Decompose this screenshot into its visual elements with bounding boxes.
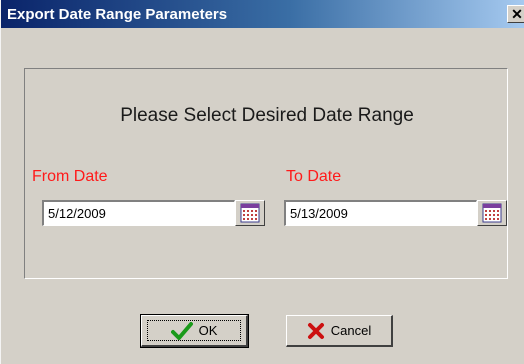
calendar-icon bbox=[240, 203, 260, 223]
window-title: Export Date Range Parameters bbox=[7, 6, 228, 23]
panel-prompt: Please Select Desired Date Range bbox=[120, 105, 414, 126]
checkmark-icon bbox=[170, 321, 193, 340]
to-date-input[interactable] bbox=[284, 200, 477, 226]
cancel-button[interactable]: Cancel bbox=[286, 315, 393, 347]
title-bar: Export Date Range Parameters ✕ bbox=[1, 0, 524, 28]
to-date-label: To Date bbox=[286, 168, 342, 185]
calendar-icon bbox=[482, 203, 502, 223]
cancel-button-label: Cancel bbox=[330, 323, 372, 338]
ok-button[interactable]: OK bbox=[140, 314, 249, 348]
focus-rect bbox=[147, 320, 241, 341]
to-date-calendar-button[interactable] bbox=[477, 200, 507, 226]
from-date-calendar-button[interactable] bbox=[235, 200, 265, 226]
date-range-panel: Please Select Desired Date Range From Da… bbox=[24, 68, 508, 279]
close-button[interactable]: ✕ bbox=[507, 5, 524, 23]
dialog-window: Export Date Range Parameters ✕ Please Se… bbox=[0, 0, 524, 364]
close-icon: ✕ bbox=[511, 6, 523, 22]
from-date-label: From Date bbox=[32, 168, 108, 185]
ok-button-label: OK bbox=[198, 323, 218, 338]
x-icon bbox=[307, 322, 325, 340]
from-date-input[interactable] bbox=[42, 200, 235, 226]
